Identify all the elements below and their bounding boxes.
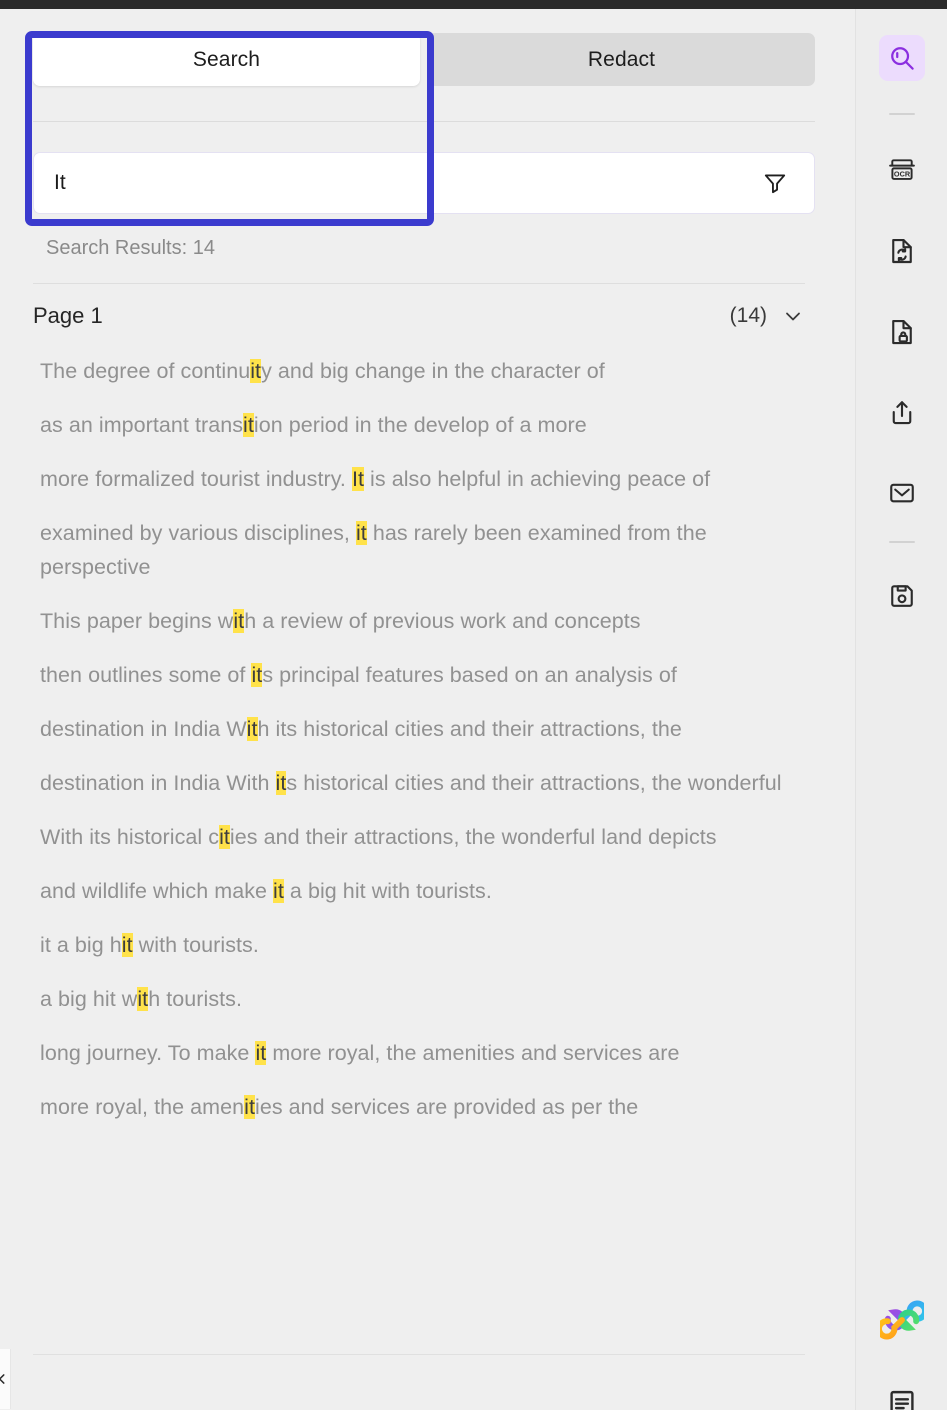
result-highlight: it [355, 521, 367, 545]
result-text-after: y and big change in the character of [261, 359, 605, 383]
search-field-row[interactable] [33, 152, 815, 214]
page-group-count: (14) [729, 304, 767, 327]
result-text-after: more royal, the amenities and services a… [266, 1041, 680, 1065]
search-results-list: The degree of continuity and big change … [40, 354, 800, 1144]
result-highlight: it [243, 413, 254, 437]
result-highlight: it [246, 717, 258, 741]
result-text-before: it a big h [40, 933, 122, 957]
result-text-before: This paper begins w [40, 609, 234, 633]
list-bottom-divider [33, 1354, 805, 1355]
result-text-after: is also helpful in achieving peace of [364, 467, 711, 491]
rail-separator-1 [889, 113, 915, 115]
search-result-item[interactable]: a big hit with tourists. [40, 982, 800, 1016]
search-result-item[interactable]: and wildlife which make it a big hit wit… [40, 874, 800, 908]
result-text-before: destination in India With [40, 771, 276, 795]
result-highlight: it [219, 825, 230, 849]
page-group-header[interactable]: Page 1 (14) [33, 297, 805, 335]
search-result-item[interactable]: it a big hit with tourists. [40, 928, 800, 962]
result-highlight: it [121, 933, 133, 957]
collapse-panel-arrow-icon[interactable] [0, 1349, 11, 1409]
search-result-item[interactable]: more royal, the amenities and services a… [40, 1090, 800, 1124]
result-text-after: with tourists. [132, 933, 259, 957]
result-text-before: destination in India W [40, 717, 247, 741]
result-text-after: ion period in the develop of a more [253, 413, 587, 437]
search-result-item[interactable]: examined by various disciplines, it has … [40, 516, 800, 584]
result-text-before: The degree of continu [40, 359, 251, 383]
result-highlight: it [244, 1095, 256, 1119]
tab-search-label: Search [192, 47, 261, 71]
search-result-item[interactable]: This paper begins with a review of previ… [40, 604, 800, 638]
ai-assistant-icon[interactable] [879, 1297, 925, 1343]
search-result-item[interactable]: then outlines some of its principal feat… [40, 658, 800, 692]
ocr-icon[interactable]: OCR [879, 147, 925, 193]
result-text-before: more formalized tourist industry. [40, 467, 352, 491]
result-text-after: h tourists. [148, 987, 242, 1011]
svg-text:OCR: OCR [894, 169, 911, 178]
search-input[interactable] [54, 171, 758, 195]
tool-rail: OCR [855, 9, 947, 1410]
page-group-label: Page 1 [33, 303, 103, 328]
result-text-before: as an important trans [40, 413, 244, 437]
chevron-down-icon[interactable] [781, 304, 805, 328]
result-text-after: a big hit with tourists. [283, 879, 492, 903]
search-panel: Search Redact Search Results: 14 Page 1 [0, 9, 855, 1410]
rail-separator-2 [889, 541, 915, 543]
result-text-before: examined by various disciplines, [40, 521, 356, 545]
document-text-icon[interactable] [879, 1379, 925, 1410]
share-icon[interactable] [879, 390, 925, 436]
search-result-item[interactable]: more formalized tourist industry. It is … [40, 462, 800, 496]
search-panel-app: Search Redact Search Results: 14 Page 1 [0, 0, 947, 1410]
mail-icon[interactable] [879, 470, 925, 516]
search-tool-icon[interactable] [879, 35, 925, 81]
search-result-item[interactable]: destination in India With its historical… [40, 712, 800, 746]
tab-search[interactable]: Search [33, 33, 420, 86]
filter-funnel-icon[interactable] [758, 166, 792, 200]
tab-redact[interactable]: Redact [428, 33, 815, 86]
result-text-before: more royal, the amen [40, 1095, 245, 1119]
protect-document-icon[interactable] [879, 309, 925, 355]
result-text-before: With its historical c [40, 825, 220, 849]
result-text-after: s historical cities and their attraction… [286, 771, 782, 795]
panel-tabs: Search Redact [33, 33, 815, 86]
search-result-item[interactable]: The degree of continuity and big change … [40, 354, 800, 388]
result-highlight: it [273, 879, 284, 903]
result-text-after: s principal features based on an analysi… [262, 663, 677, 687]
search-result-item[interactable]: as an important transition period in the… [40, 408, 800, 442]
result-highlight: it [275, 771, 287, 795]
result-text-after: h a review of previous work and concepts [244, 609, 641, 633]
search-result-item[interactable]: With its historical cities and their att… [40, 820, 800, 854]
result-highlight: it [233, 609, 245, 633]
result-text-after: ies and their attractions, the wonderful… [229, 825, 717, 849]
result-highlight: it [137, 987, 149, 1011]
result-text-after: h its historical cities and their attrac… [257, 717, 682, 741]
search-results-count: Search Results: 14 [46, 237, 215, 259]
result-highlight: it [251, 663, 263, 687]
result-highlight: it [255, 1041, 267, 1065]
window-chrome-strip [0, 0, 947, 14]
search-result-item[interactable]: destination in India With its historical… [40, 766, 800, 800]
result-text-before: then outlines some of [40, 663, 252, 687]
result-text-before: a big hit w [40, 987, 138, 1011]
result-text-after: ies and services are provided as per the [255, 1095, 639, 1119]
page-group-right: (14) [730, 304, 805, 328]
result-text-before: long journey. To make [40, 1041, 256, 1065]
result-highlight: it [250, 359, 262, 383]
search-result-item[interactable]: long journey. To make it more royal, the… [40, 1036, 800, 1070]
convert-document-icon[interactable] [879, 228, 925, 274]
result-highlight: It [351, 467, 365, 491]
save-icon[interactable] [879, 573, 925, 619]
result-text-before: and wildlife which make [40, 879, 274, 903]
results-divider [33, 283, 805, 284]
tab-redact-label: Redact [587, 47, 656, 71]
tab-divider [33, 121, 815, 122]
